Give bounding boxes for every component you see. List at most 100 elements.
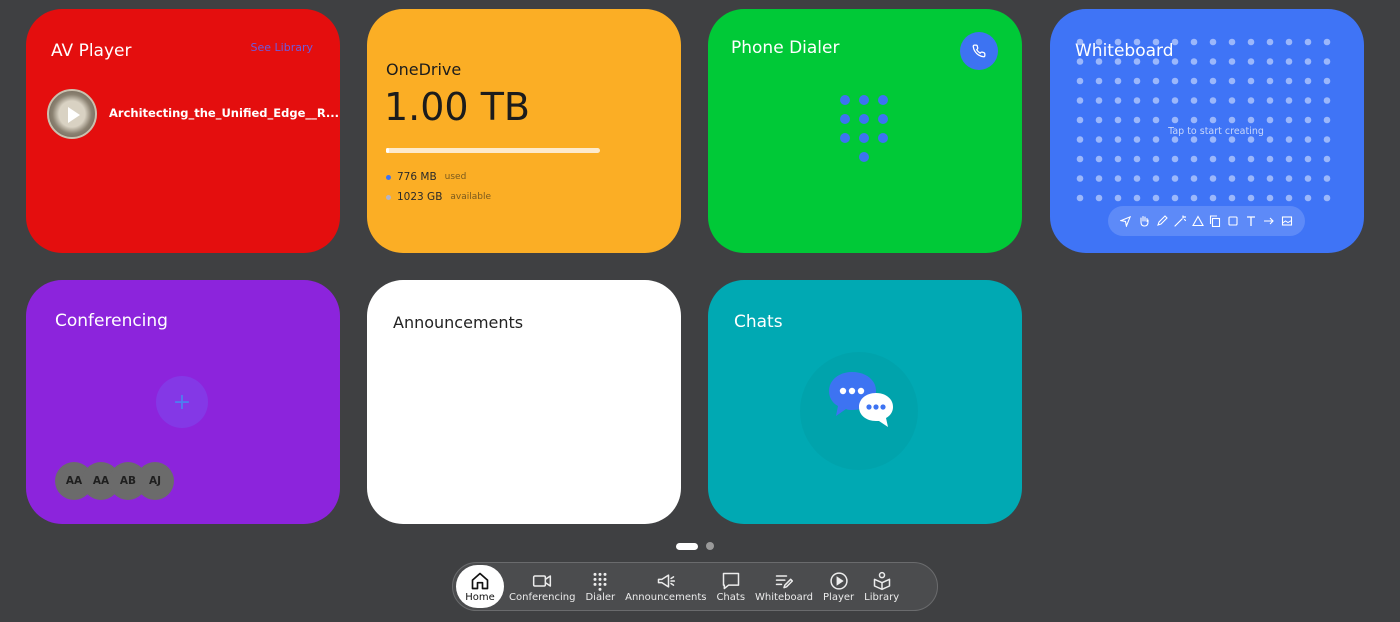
triangle-icon[interactable] xyxy=(1191,215,1204,227)
grid-dot xyxy=(1114,97,1122,104)
grid-dot xyxy=(1247,77,1255,85)
chat-bubble-icon xyxy=(722,572,739,590)
grid-dot xyxy=(1323,77,1331,85)
grid-dot xyxy=(1247,175,1255,182)
dock-item-dialer[interactable]: Dialer xyxy=(580,565,620,608)
dock-label: Player xyxy=(823,592,855,603)
home-icon xyxy=(471,572,489,590)
track-title[interactable]: Architecting_the_Unified_Edge__R... xyxy=(109,106,339,120)
square-icon[interactable] xyxy=(1227,215,1239,227)
grid-dot xyxy=(1285,155,1293,163)
avatar[interactable]: AJ xyxy=(136,462,174,500)
grid-dot xyxy=(1228,58,1236,65)
phone-icon xyxy=(972,44,986,58)
grid-dot xyxy=(1133,116,1141,124)
track-thumbnail[interactable] xyxy=(47,89,97,139)
grid-dot xyxy=(1285,175,1293,182)
grid-dot xyxy=(1228,175,1236,182)
av-player-title: AV Player xyxy=(51,41,132,61)
grid-dot xyxy=(1095,194,1103,202)
dock-label: Chats xyxy=(716,592,746,603)
grid-dot xyxy=(1247,155,1255,163)
grid-dot xyxy=(1152,77,1160,85)
arrow-icon[interactable] xyxy=(1263,215,1275,227)
announcements-tile[interactable]: Announcements xyxy=(367,280,681,524)
onedrive-tile[interactable]: OneDrive 1.00 TB 776 MB used 1023 GB ava… xyxy=(367,9,681,253)
image-icon[interactable] xyxy=(1281,215,1293,227)
grid-dot xyxy=(1171,136,1179,143)
grid-dot xyxy=(1114,116,1122,124)
page-dot-active[interactable] xyxy=(676,542,698,550)
grid-dot xyxy=(1190,194,1198,202)
call-button[interactable] xyxy=(960,32,998,70)
grid-dot xyxy=(1304,136,1312,143)
dock-item-conferencing[interactable]: Conferencing xyxy=(504,565,580,608)
bottom-dock: Home Conferencing Dialer Announcements C… xyxy=(452,562,938,611)
page-dot[interactable] xyxy=(706,542,714,550)
chat-bubbles-icon[interactable] xyxy=(826,368,896,434)
grid-dot xyxy=(1323,155,1331,163)
dock-item-library[interactable]: Library xyxy=(859,565,904,608)
grid-dot xyxy=(1228,116,1236,124)
dock-label: Announcements xyxy=(625,592,707,603)
whiteboard-title: Whiteboard xyxy=(1075,41,1174,61)
dock-item-home[interactable]: Home xyxy=(456,565,504,608)
grid-dot xyxy=(1266,155,1274,163)
grid-dot xyxy=(1114,175,1122,182)
grid-dot xyxy=(1266,38,1274,46)
dock-item-announcements[interactable]: Announcements xyxy=(620,565,711,608)
grid-dot xyxy=(1285,194,1293,202)
dock-item-whiteboard[interactable]: Whiteboard xyxy=(750,565,818,608)
grid-dot xyxy=(1133,155,1141,163)
grid-dot xyxy=(1323,175,1331,182)
hand-icon[interactable] xyxy=(1138,215,1150,227)
grid-dot xyxy=(1209,38,1217,46)
grid-dot xyxy=(1190,77,1198,85)
grid-dot xyxy=(1209,175,1217,182)
copy-icon[interactable] xyxy=(1209,215,1221,227)
phone-dialer-title: Phone Dialer xyxy=(731,38,840,58)
grid-dot xyxy=(1285,97,1293,104)
storage-available-legend: 1023 GB available xyxy=(386,191,491,203)
grid-dot xyxy=(1266,194,1274,202)
plus-icon: + xyxy=(172,389,192,415)
pen-icon[interactable] xyxy=(1156,215,1168,227)
grid-dot xyxy=(1133,97,1141,104)
grid-dot xyxy=(1076,194,1084,202)
grid-dot xyxy=(1285,116,1293,124)
phone-dialer-tile[interactable]: Phone Dialer xyxy=(708,9,1022,253)
add-meeting-button[interactable]: + xyxy=(156,376,208,428)
grid-dot xyxy=(1285,38,1293,46)
grid-dot xyxy=(1304,38,1312,46)
grid-dot xyxy=(1209,194,1217,202)
text-icon[interactable] xyxy=(1245,215,1257,227)
grid-dot xyxy=(1171,194,1179,202)
play-circle-icon xyxy=(829,572,848,590)
dock-item-chats[interactable]: Chats xyxy=(711,565,750,608)
grid-dot xyxy=(1209,77,1217,85)
grid-dot xyxy=(1247,194,1255,202)
dock-item-player[interactable]: Player xyxy=(818,565,859,608)
select-icon[interactable] xyxy=(1120,215,1132,227)
grid-dot xyxy=(1323,97,1331,104)
grid-dot xyxy=(1114,77,1122,85)
grid-dot xyxy=(1114,194,1122,202)
grid-dot xyxy=(1247,97,1255,104)
grid-dot xyxy=(1266,77,1274,85)
magic-wand-icon[interactable] xyxy=(1174,215,1186,227)
av-player-tile[interactable]: AV Player See Library Architecting_the_U… xyxy=(26,9,340,253)
grid-dot xyxy=(1190,38,1198,46)
grid-dot xyxy=(1152,194,1160,202)
video-camera-icon xyxy=(533,575,552,587)
see-library-link[interactable]: See Library xyxy=(251,41,313,54)
grid-dot xyxy=(1152,136,1160,143)
grid-dot xyxy=(1133,194,1141,202)
grid-dot xyxy=(1266,116,1274,124)
whiteboard-tile[interactable]: Whiteboard Tap to start creating xyxy=(1050,9,1364,253)
grid-dot xyxy=(1190,97,1198,104)
grid-dot xyxy=(1323,38,1331,46)
grid-dot xyxy=(1323,116,1331,124)
conferencing-tile[interactable]: Conferencing + AA AA AB AJ xyxy=(26,280,340,524)
grid-dot xyxy=(1228,136,1236,143)
chats-tile[interactable]: Chats xyxy=(708,280,1022,524)
